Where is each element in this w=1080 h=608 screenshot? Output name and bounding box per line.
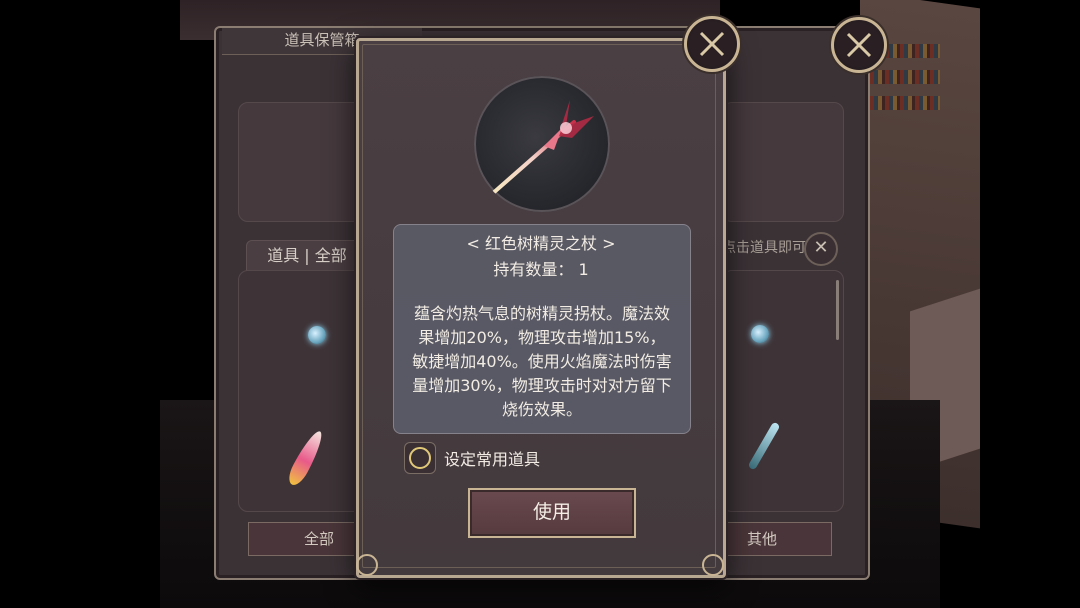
close-icon	[699, 31, 725, 57]
tab-items-all[interactable]: 道具 | 全部	[246, 240, 368, 272]
storage-close-button[interactable]	[831, 17, 887, 73]
item-description: 蕴含灼热气息的树精灵拐杖。魔法效果增加20%，物理攻击增加15%，敏捷增加40%…	[412, 304, 672, 419]
red-treant-staff-icon	[490, 100, 594, 196]
frame-corner-ornament	[356, 554, 378, 576]
use-item-button[interactable]: 使用	[468, 488, 636, 538]
blue-orb-item-icon[interactable]	[308, 326, 326, 344]
item-name: < 红色树精灵之杖 >	[466, 234, 616, 253]
item-grid-right	[722, 270, 844, 512]
hint-close-icon[interactable]: ✕	[804, 232, 838, 266]
bookshelf-row	[870, 96, 940, 110]
storage-slot[interactable]	[722, 102, 844, 222]
favorite-label: 设定常用道具	[444, 450, 541, 469]
item-portrait	[474, 76, 610, 212]
checkbox-ring-icon	[409, 447, 431, 469]
close-icon	[846, 32, 872, 58]
bookshelf-row	[870, 70, 940, 84]
item-quantity: 持有数量： 1	[493, 260, 589, 279]
scrollbar[interactable]	[836, 280, 839, 340]
frame-corner-ornament	[702, 554, 724, 576]
modal-close-button[interactable]	[684, 16, 740, 72]
storage-slot[interactable]	[238, 102, 364, 222]
blue-orb-item-icon[interactable]	[751, 325, 769, 343]
